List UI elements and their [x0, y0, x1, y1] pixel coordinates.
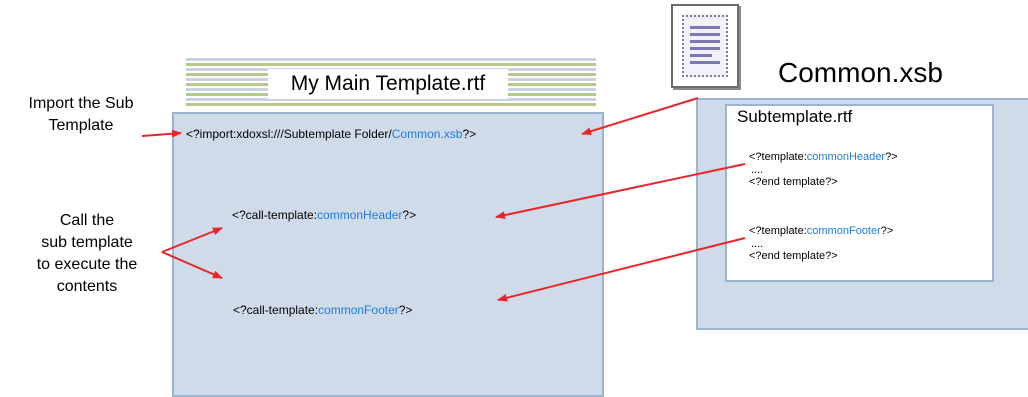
arrow-icon-to-import: [581, 97, 699, 136]
connector-arrows: [141, 97, 746, 302]
arrow-call-to-footer: [161, 251, 223, 279]
arrow-import-label: [141, 129, 182, 138]
arrow-call-to-header: [161, 227, 223, 253]
arrow-header-to-call: [495, 163, 746, 220]
arrow-footer-to-call: [497, 237, 746, 302]
